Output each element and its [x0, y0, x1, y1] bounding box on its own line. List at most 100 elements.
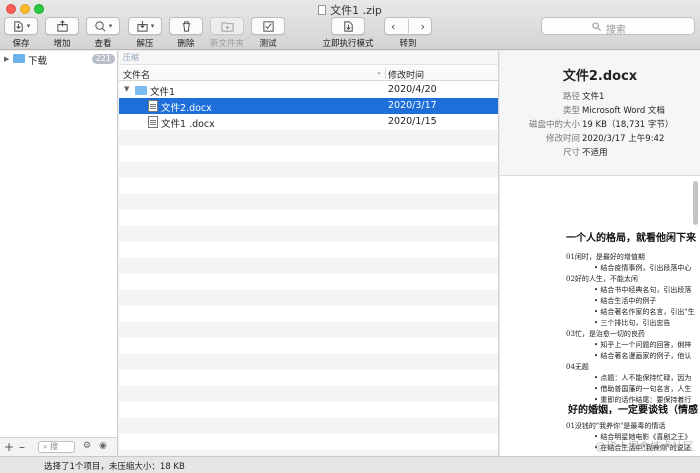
- save-icon: [14, 20, 23, 32]
- view-icon: [95, 20, 106, 31]
- chevron-down-icon: ▾: [150, 22, 155, 30]
- chevron-down-icon: ▾: [26, 22, 31, 30]
- disclosure-triangle-icon[interactable]: ▼: [124, 85, 129, 93]
- preview-line: 01闲时，是最好的增值期: [566, 252, 645, 262]
- sidebar-footer: + – ⌕ 搜 ⚙ ◉: [0, 437, 118, 456]
- zip-file-icon: [318, 5, 327, 15]
- add-button[interactable]: [45, 17, 79, 35]
- table-row-selected[interactable]: 文件2.docx 2020/3/17: [119, 98, 498, 114]
- preview-heading: 好的婚姻，一定要谈钱（情感: [568, 405, 698, 416]
- info-key: 磁盘中的大小: [528, 120, 580, 130]
- preview-line-text: 结合疫情事例，引出段落中心: [600, 264, 692, 272]
- preview-line-text: 01没钱的"我养你"是最毒的情话: [566, 422, 666, 430]
- save-button[interactable]: ▾: [4, 17, 38, 35]
- goto-label: 转到: [399, 39, 417, 49]
- sort-chevron-icon[interactable]: ⌄: [376, 68, 382, 76]
- preview-bullet-line: • 借助普国藩的一句名言，人生: [594, 384, 691, 394]
- file-date: 2020/3/17: [388, 100, 437, 111]
- file-name: 文件1: [150, 87, 176, 98]
- info-file-title: 文件2.docx: [562, 69, 638, 84]
- preview-line: 02好的人生，不能太闲: [566, 274, 638, 284]
- forward-arrow-icon[interactable]: ›: [421, 20, 425, 33]
- preview-bullet-line: • 结合著名作家的名言，引出"生: [594, 307, 695, 317]
- preview-bullet-line: • 结合著名漫画家的例子，他认: [594, 351, 691, 361]
- sidebar-item-label: 下载: [28, 56, 48, 67]
- search-icon: ⌕: [43, 442, 51, 451]
- sidebar-filter-placeholder: 搜: [50, 442, 59, 451]
- disclosure-triangle-icon[interactable]: ▶: [4, 55, 9, 63]
- info-key: 修改时间: [545, 134, 580, 144]
- view-label: 查看: [94, 39, 112, 49]
- info-header: 文件2.docx 路径 文件1 类型 Microsoft Word 文档 磁盘中…: [500, 51, 700, 176]
- eye-icon[interactable]: ◉: [99, 441, 107, 451]
- extract-icon: [137, 20, 148, 32]
- preview-line-text: 点题：人不能保持忙碌，因为: [600, 374, 692, 382]
- folder-icon: [135, 86, 147, 95]
- info-value: 19 KB（18,731 字节）: [582, 120, 674, 130]
- preview-bullet-line: • 结合生活中的例子: [594, 296, 656, 306]
- preview-line-text: 03忙，是治愈一切的良药: [566, 330, 645, 338]
- execute-mode-button[interactable]: [331, 17, 365, 35]
- test-button[interactable]: [251, 17, 285, 35]
- file-date: 2020/1/15: [388, 116, 437, 127]
- save-label: 保存: [12, 39, 30, 49]
- add-label: 增加: [53, 39, 71, 49]
- docx-file-icon: [148, 116, 158, 128]
- preview-line-text: 结合书中经典名句，引出段落: [600, 286, 692, 294]
- path-bar: 压缩: [119, 51, 498, 65]
- sidebar-filter-input[interactable]: ⌕ 搜: [38, 441, 75, 453]
- view-button[interactable]: ▾: [86, 17, 120, 35]
- search-input[interactable]: 搜索: [541, 17, 695, 36]
- column-divider[interactable]: [385, 68, 386, 79]
- table-row[interactable]: ▼ 文件1 2020/4/20: [119, 82, 498, 98]
- sidebar-item-downloads[interactable]: ▶ 下载 221: [0, 53, 118, 67]
- preview-line-text: 知乎上一个问题的回答，俐梓: [600, 341, 692, 349]
- preview-scrollbar[interactable]: [693, 181, 698, 225]
- search-icon: [592, 22, 601, 31]
- extract-label: 解压: [136, 39, 154, 49]
- remove-source-button[interactable]: –: [19, 440, 25, 454]
- toolbar: 文件1 .zip ▾ 保存 增加 ▾ 查看 ▾ 解压 删除 新文件夹 测试 立即…: [0, 0, 700, 50]
- info-key: 类型: [562, 106, 580, 116]
- execute-mode-label: 立即执行模式: [322, 39, 374, 49]
- column-name-header[interactable]: 文件名: [123, 68, 150, 81]
- goto-button-group: ‹ ›: [384, 17, 432, 35]
- info-key: 路径: [562, 92, 580, 102]
- column-modified-header[interactable]: 修改时间: [388, 68, 424, 81]
- preview-line-text: 结合生活中的例子: [600, 297, 657, 305]
- info-row-path: 路径 文件1: [500, 90, 700, 102]
- file-name: 文件1 .docx: [161, 119, 215, 130]
- delete-button[interactable]: [169, 17, 203, 35]
- extract-button[interactable]: ▾: [128, 17, 162, 35]
- settings-icon[interactable]: ⚙: [83, 441, 91, 451]
- new-folder-label: 新文件夹: [209, 39, 244, 49]
- document-preview[interactable]: 一个人的格局，就看他闲下来 01闲时，是最好的增值期 • 结合疫情事例，引出段落中…: [500, 177, 700, 456]
- docx-file-icon: [148, 100, 158, 112]
- divider: [407, 19, 409, 33]
- chevron-down-icon: ▾: [108, 22, 113, 30]
- file-rows: ▼ 文件1 2020/4/20 文件2.docx 2020/3/17 文件1 .…: [119, 82, 498, 456]
- status-text: 选择了1个项目，未压缩大小：18 KB: [44, 462, 185, 472]
- path-crumb[interactable]: 压缩: [123, 52, 139, 63]
- preview-bullet-line: • 知乎上一个问题的回答，俐梓: [594, 340, 691, 350]
- info-value: 2020/3/17 上午9:42: [582, 134, 665, 144]
- info-row-type: 类型 Microsoft Word 文档: [500, 104, 700, 116]
- table-row[interactable]: 文件1 .docx 2020/1/15: [119, 114, 498, 130]
- checkbox-icon: [262, 20, 274, 32]
- preview-bullet-line: • 三个排比句，引出忠告: [594, 318, 670, 328]
- add-source-button[interactable]: +: [4, 440, 14, 454]
- file-list: 压缩 文件名 ⌄ 修改时间 ▼ 文件1 2020/4/20 文件2.docx 2…: [119, 51, 499, 456]
- info-panel: 文件2.docx 路径 文件1 类型 Microsoft Word 文档 磁盘中…: [500, 51, 700, 456]
- preview-bullet-line: • 点题：人不能保持忙碌，因为: [594, 373, 691, 383]
- back-arrow-icon[interactable]: ‹: [391, 20, 395, 33]
- file-date: 2020/4/20: [388, 84, 437, 95]
- watermark: @稀土掘金技术社区: [595, 440, 694, 453]
- preview-bullet-line: • 结合书中经典名句，引出段落: [594, 285, 691, 295]
- preview-line: 01没钱的"我养你"是最毒的情话: [566, 421, 665, 431]
- test-label: 测试: [259, 39, 277, 49]
- info-value: 文件1: [582, 92, 605, 102]
- preview-line: 03忙，是治愈一切的良药: [566, 329, 645, 339]
- count-badge: 221: [91, 54, 115, 64]
- new-folder-button[interactable]: [210, 17, 244, 35]
- column-header: 文件名 ⌄ 修改时间: [119, 66, 498, 81]
